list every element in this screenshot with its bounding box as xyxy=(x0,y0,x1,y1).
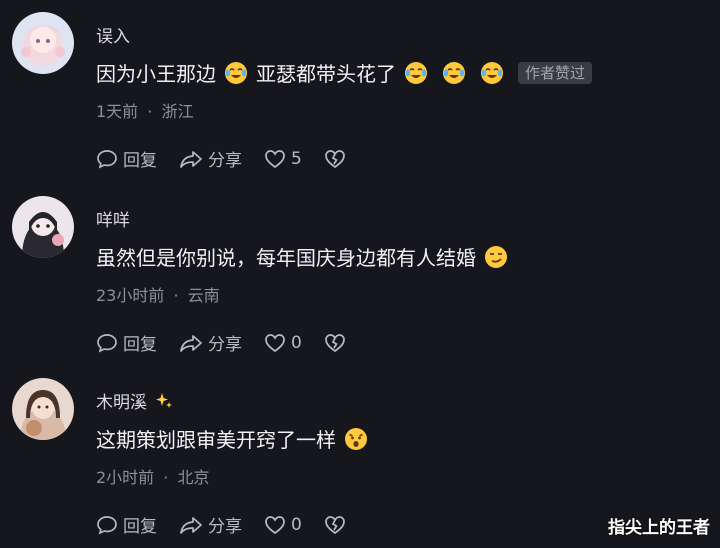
crying-laughing-emoji xyxy=(481,61,503,84)
share-button[interactable]: 分享 xyxy=(179,512,242,537)
author-liked-badge: 作者赞过 xyxy=(518,61,593,84)
share-icon xyxy=(180,334,202,352)
comment-text: 这期策划跟审美开窍了一样 xyxy=(96,424,368,453)
username[interactable]: 木明溪 xyxy=(96,388,174,413)
username[interactable]: 误入 xyxy=(96,22,130,47)
dislike-button[interactable] xyxy=(324,333,351,353)
comment-time: 23小时前 xyxy=(96,286,165,305)
share-icon xyxy=(180,150,202,168)
broken-heart-icon xyxy=(324,515,345,534)
comment-time: 2小时前 xyxy=(96,468,155,487)
watermark: 指尖上的王者 xyxy=(608,518,710,538)
like-button[interactable]: 0 xyxy=(264,333,302,353)
like-count: 0 xyxy=(291,514,302,535)
comment-time: 1天前 xyxy=(96,102,139,121)
share-label: 分享 xyxy=(208,517,242,537)
dislike-button[interactable] xyxy=(324,515,351,535)
meta-separator: · xyxy=(173,286,179,305)
reply-icon xyxy=(97,333,117,353)
heart-icon xyxy=(265,515,285,534)
meta-separator: · xyxy=(147,102,153,121)
broken-heart-icon xyxy=(324,333,345,352)
comment-text: 虽然但是你别说，每年国庆身边都有人结婚 xyxy=(96,242,508,271)
comment-meta: 1天前 · 浙江 xyxy=(96,98,193,122)
reply-label: 回复 xyxy=(123,517,157,537)
smirk-emoji xyxy=(485,245,507,268)
comment-actions: 回复 分享 0 xyxy=(96,512,373,537)
reply-icon xyxy=(97,149,117,169)
comment-actions: 回复 分享 5 xyxy=(96,146,373,171)
like-count: 0 xyxy=(291,332,302,353)
sparkles-icon xyxy=(156,393,173,408)
comment-meta: 2小时前 · 北京 xyxy=(96,464,209,488)
meta-separator: · xyxy=(163,468,169,487)
avatar[interactable] xyxy=(12,12,74,74)
comment-text-part: 亚瑟都带头花了 xyxy=(256,62,396,86)
crying-laughing-emoji xyxy=(405,61,427,84)
like-button[interactable]: 5 xyxy=(264,149,302,169)
like-button[interactable]: 0 xyxy=(264,515,302,535)
crying-laughing-emoji xyxy=(443,61,465,84)
comment-actions: 回复 分享 0 xyxy=(96,330,373,355)
reply-button[interactable]: 回复 xyxy=(96,330,157,355)
reply-button[interactable]: 回复 xyxy=(96,146,157,171)
comment-item: 误入 因为小王那边 亚瑟都带头花了 作者赞过 1天前 · 浙江 回复 分享 5 xyxy=(0,12,720,182)
avatar[interactable] xyxy=(12,196,74,258)
comment-location: 云南 xyxy=(187,286,220,305)
share-button[interactable]: 分享 xyxy=(179,330,242,355)
broken-heart-icon xyxy=(324,149,345,168)
reply-icon xyxy=(97,515,117,535)
comment-text-part: 这期策划跟审美开窍了一样 xyxy=(96,428,336,452)
share-icon xyxy=(180,516,202,534)
comment-text: 因为小王那边 亚瑟都带头花了 作者赞过 xyxy=(96,58,593,87)
share-button[interactable]: 分享 xyxy=(179,146,242,171)
crying-laughing-emoji xyxy=(225,61,247,84)
comment-text-part: 因为小王那边 xyxy=(96,62,216,86)
username-text: 木明溪 xyxy=(96,393,147,413)
shocked-emoji xyxy=(345,427,367,450)
share-label: 分享 xyxy=(208,335,242,355)
comment-meta: 23小时前 · 云南 xyxy=(96,282,220,306)
comment-text-part: 虽然但是你别说，每年国庆身边都有人结婚 xyxy=(96,246,476,270)
like-count: 5 xyxy=(291,148,302,169)
reply-label: 回复 xyxy=(123,335,157,355)
comment-location: 北京 xyxy=(177,468,210,487)
reply-label: 回复 xyxy=(123,151,157,171)
share-label: 分享 xyxy=(208,151,242,171)
heart-icon xyxy=(265,333,285,352)
avatar[interactable] xyxy=(12,378,74,440)
comment-item: 咩咩 虽然但是你别说，每年国庆身边都有人结婚 23小时前 · 云南 回复 分享 … xyxy=(0,196,720,366)
username[interactable]: 咩咩 xyxy=(96,206,130,231)
reply-button[interactable]: 回复 xyxy=(96,512,157,537)
dislike-button[interactable] xyxy=(324,149,351,169)
comment-location: 浙江 xyxy=(161,102,194,121)
heart-icon xyxy=(265,149,285,168)
